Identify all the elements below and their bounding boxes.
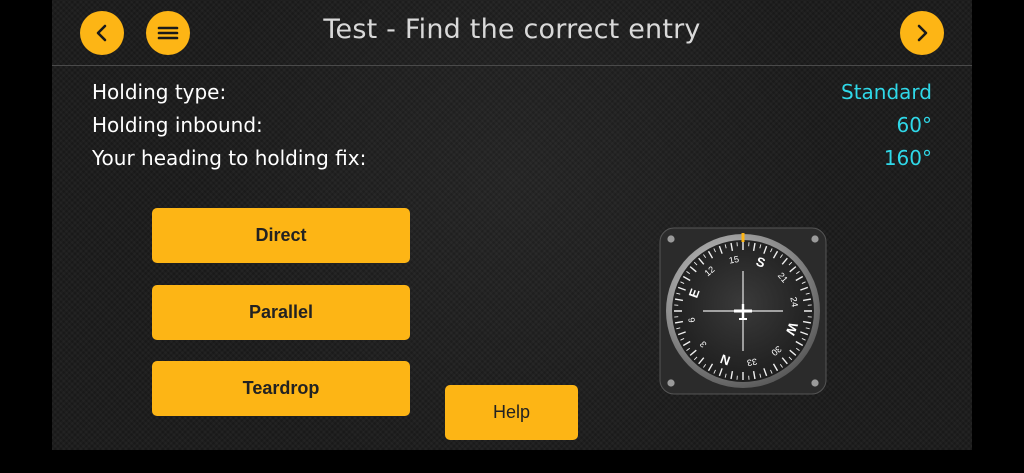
screw-top-right: [811, 235, 819, 243]
teardrop-button[interactable]: Teardrop: [152, 361, 410, 416]
holding-inbound-value: 60°: [896, 113, 932, 137]
holding-inbound-row: Holding inbound: 60°: [92, 113, 932, 143]
compass-label: 15: [728, 254, 740, 266]
holding-type-label: Holding type:: [92, 80, 227, 104]
direct-button[interactable]: Direct: [152, 208, 410, 263]
heading-row: Your heading to holding fix: 160°: [92, 146, 932, 176]
holding-type-row: Holding type: Standard: [92, 80, 932, 110]
page-title: Test - Find the correct entry: [323, 14, 701, 45]
heading-indicator: N 3 6 E 12 15 S 21 24 W 30 33: [658, 226, 828, 396]
parallel-button[interactable]: Parallel: [152, 285, 410, 340]
screw-bottom-left: [667, 379, 675, 387]
heading-value: 160°: [883, 146, 932, 170]
heading-label: Your heading to holding fix:: [92, 146, 367, 170]
next-button[interactable]: [900, 11, 944, 55]
lubber-line: [741, 233, 745, 242]
heading-indicator-svg: N36E1215 S2124W3033: [659, 227, 827, 395]
app-window: Test - Find the correct entry Holding ty…: [52, 0, 972, 450]
compass-label: 33: [746, 356, 758, 368]
holding-type-value: Standard: [841, 80, 932, 104]
chevron-right-icon: [917, 24, 928, 42]
holding-inbound-label: Holding inbound:: [92, 113, 263, 137]
header-bar: Test - Find the correct entry: [52, 0, 972, 66]
screw-top-left: [667, 235, 675, 243]
help-button[interactable]: Help: [445, 385, 578, 440]
compass-label: 24: [788, 296, 800, 308]
screw-bottom-right: [811, 379, 819, 387]
